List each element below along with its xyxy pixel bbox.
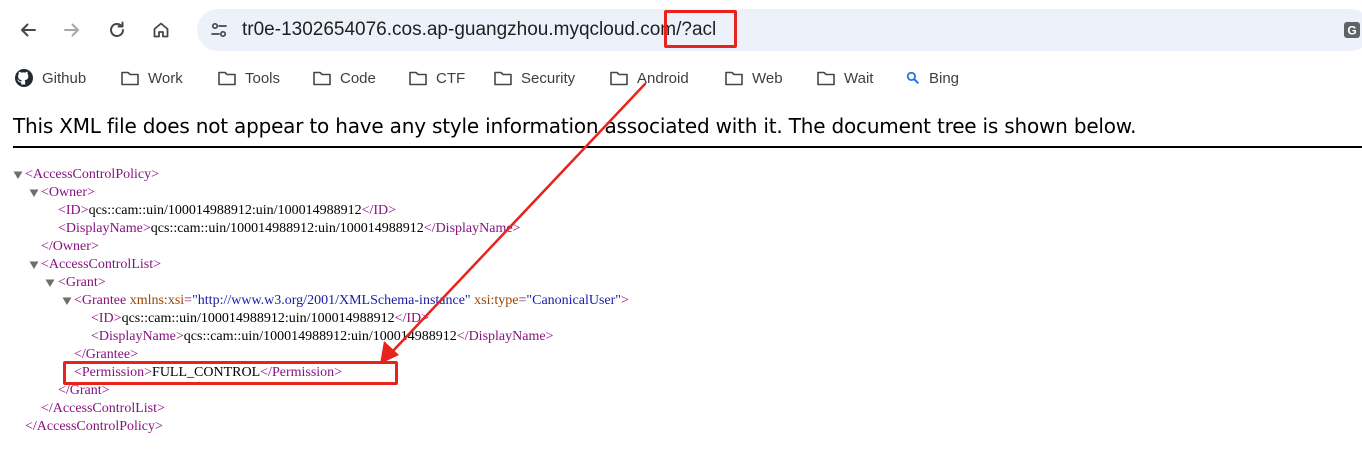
bookmark-security[interactable]: Security: [493, 66, 575, 90]
xml-tag: </Grantee>: [74, 347, 138, 362]
xml-attr-name: xmlns:xsi: [129, 293, 185, 308]
xml-line: <DisplayName>qcs::cam::uin/100014988912:…: [58, 220, 520, 238]
xml-tag: </Grant>: [58, 383, 110, 398]
bookmark-label: Github: [42, 69, 87, 87]
xml-attr-value: "CanonicalUser": [526, 293, 622, 308]
xml-line: <Owner>: [41, 184, 95, 202]
xml-style-notice: This XML file does not appear to have an…: [13, 114, 1137, 138]
tune-icon: [211, 22, 227, 38]
folder-icon: [121, 71, 139, 86]
collapse-triangle-icon[interactable]: [13, 170, 23, 180]
collapse-triangle-icon[interactable]: [29, 188, 39, 198]
folder-icon: [817, 71, 835, 86]
xml-tag: <Grant>: [58, 275, 106, 290]
folder-icon: [610, 71, 628, 86]
bookmark-label: Android: [637, 69, 689, 87]
xml-text: qcs::cam::uin/100014988912:uin/100014988…: [183, 329, 457, 344]
reload-icon: [110, 21, 124, 37]
bookmark-label: Tools: [245, 69, 281, 87]
xml-tag: <ID>: [91, 311, 122, 326]
folder-icon: [494, 71, 512, 86]
extension-icon[interactable]: G: [1342, 20, 1362, 40]
bookmark-ctf[interactable]: CTF: [408, 66, 465, 90]
xml-line: </AccessControlList>: [41, 400, 165, 418]
xml-tag: </AccessControlList>: [41, 401, 165, 416]
bookmark-android[interactable]: Android: [609, 66, 689, 90]
xml-tag: </DisplayName>: [423, 221, 521, 236]
home-button[interactable]: [143, 12, 179, 48]
xml-line: <DisplayName>qcs::cam::uin/100014988912:…: [91, 328, 553, 346]
xml-tag: </AccessControlPolicy>: [25, 419, 163, 434]
bookmark-label: CTF: [436, 69, 466, 87]
xml-tag: <ID>: [58, 203, 89, 218]
bookmark-wait[interactable]: Wait: [816, 66, 873, 90]
home-icon: [153, 22, 169, 38]
xml-text: qcs::cam::uin/100014988912:uin/100014988…: [121, 311, 395, 326]
xml-attr-value: "http://www.w3.org/2001/XMLSchema-instan…: [192, 293, 471, 308]
xml-tag: </Owner>: [41, 239, 99, 254]
notice-divider: [13, 146, 1362, 148]
xml-tag: <AccessControlList>: [41, 257, 161, 272]
address-bar[interactable]: tr0e-1302654076.cos.ap-guangzhou.myqclou…: [197, 9, 1362, 51]
folder-icon: [725, 71, 743, 86]
github-icon: [15, 69, 33, 87]
xml-text: qcs::cam::uin/100014988912:uin/100014988…: [88, 203, 362, 218]
xml-line: <AccessControlPolicy>: [25, 166, 159, 184]
back-button[interactable]: [10, 12, 46, 48]
arrow-left-icon: [21, 23, 36, 37]
xml-line: <Grantee xmlns:xsi="http://www.w3.org/20…: [74, 293, 629, 308]
highlight-box-permission: [63, 361, 398, 385]
xml-tag: </DisplayName>: [456, 329, 554, 344]
highlight-box-acl-query: [664, 10, 737, 48]
bookmark-label: Wait: [844, 69, 874, 87]
xml-tag: </ID>: [361, 203, 397, 218]
xml-tag: <Owner>: [41, 185, 95, 200]
xml-line: <ID>qcs::cam::uin/100014988912:uin/10001…: [58, 202, 396, 220]
xml-line: <Grant>: [58, 274, 106, 292]
forward-button[interactable]: [54, 12, 90, 48]
folder-icon: [313, 71, 331, 86]
bookmark-github[interactable]: Github: [14, 66, 86, 90]
bookmark-tools[interactable]: Tools: [217, 66, 280, 90]
xml-tag: >: [621, 293, 629, 308]
xml-tag: <Grantee: [74, 293, 127, 308]
bookmark-code[interactable]: Code: [312, 66, 376, 90]
search-icon: [906, 71, 919, 84]
collapse-triangle-icon[interactable]: [62, 296, 72, 306]
xml-tag: <DisplayName>: [58, 221, 151, 236]
bookmark-label: Work: [148, 69, 183, 87]
bookmark-work[interactable]: Work: [120, 66, 183, 90]
reload-button[interactable]: [99, 12, 135, 48]
xml-line: <AccessControlList>: [41, 256, 161, 274]
folder-icon: [218, 71, 236, 86]
bookmark-label: Security: [521, 69, 576, 87]
bookmark-label: Bing: [929, 69, 960, 87]
collapse-triangle-icon[interactable]: [45, 278, 55, 288]
xml-line: <ID>qcs::cam::uin/100014988912:uin/10001…: [91, 310, 429, 328]
xml-text: qcs::cam::uin/100014988912:uin/100014988…: [150, 221, 424, 236]
bookmark-web[interactable]: Web: [724, 66, 783, 90]
url-text[interactable]: tr0e-1302654076.cos.ap-guangzhou.myqclou…: [242, 19, 716, 41]
folder-icon: [409, 71, 427, 86]
xml-line: </Owner>: [41, 238, 99, 256]
collapse-triangle-icon[interactable]: [29, 260, 39, 270]
bookmark-label: Code: [340, 69, 376, 87]
svg-text:G: G: [1347, 24, 1356, 38]
xml-attr-name: xsi:type: [474, 293, 519, 308]
xml-tag: <DisplayName>: [91, 329, 184, 344]
site-info-button[interactable]: [203, 14, 235, 46]
url-host-path: tr0e-1302654076.cos.ap-guangzhou.myqclou…: [242, 19, 682, 40]
xml-line: </AccessControlPolicy>: [25, 418, 163, 436]
bookmark-label: Web: [752, 69, 783, 87]
bookmark-bing[interactable]: Bing: [905, 66, 959, 90]
arrow-right-icon: [64, 23, 79, 37]
xml-tag: </ID>: [394, 311, 430, 326]
bookmarks-bar: Github Work Tools Code CTF Security Andr…: [0, 60, 1362, 96]
xml-tag: <AccessControlPolicy>: [25, 167, 159, 182]
